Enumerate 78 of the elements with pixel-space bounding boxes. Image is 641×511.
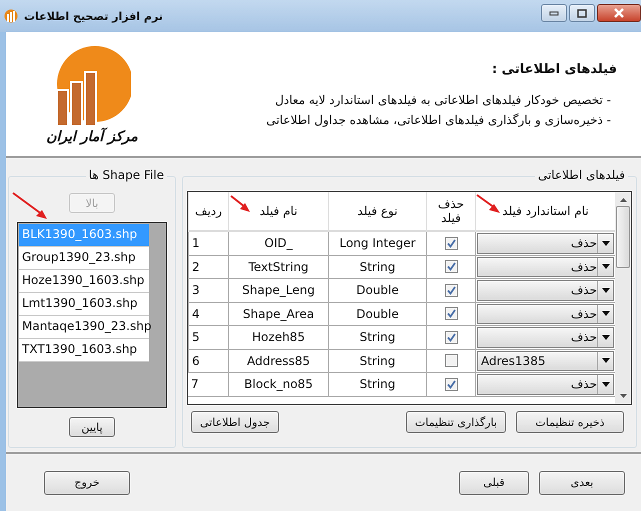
arrow-icon [476, 194, 502, 216]
caret-icon [602, 240, 610, 246]
table-cell: 1 [188, 232, 228, 256]
file-item[interactable]: TXT1390_1603.shp [19, 339, 149, 362]
column-header[interactable]: نوع فیلد [328, 192, 426, 232]
table-cell: 6 [188, 350, 228, 373]
exit-button[interactable]: خروج [44, 470, 130, 494]
minimize-button[interactable] [541, 4, 567, 22]
save-settings-button[interactable]: ذخیره تنظیمات [516, 411, 624, 433]
column-header[interactable]: حذف فیلد [426, 192, 475, 232]
scrollbar[interactable] [615, 192, 631, 404]
table-cell: OID_ [228, 232, 328, 256]
file-item[interactable]: Lmt1390_1603.shp [19, 293, 149, 316]
table-cell: 2 [188, 256, 228, 279]
file-item[interactable]: Group1390_23.shp [19, 247, 149, 270]
table-cell: Shape_Leng [228, 279, 328, 302]
maximize-button[interactable] [569, 4, 595, 22]
table-cell: Double [328, 279, 426, 302]
logo-caption: مرکز آمار ایران [46, 128, 138, 144]
checkbox[interactable] [444, 330, 458, 344]
table-cell: String [328, 256, 426, 279]
info-table-button[interactable]: جدول اطلاعاتی [191, 411, 279, 433]
checkbox[interactable] [444, 307, 458, 320]
window-title: نرم افزار تصحیح اطلاعات [24, 10, 163, 22]
caret-icon [602, 288, 610, 293]
checkbox[interactable] [444, 260, 458, 274]
description-line: - تخصیص خودکار فیلدهای اطلاعاتی به فیلدهای استاندارد لایه معادل [275, 92, 612, 106]
scroll-up-icon [620, 198, 626, 202]
close-button[interactable] [597, 4, 641, 22]
panel-title: Shape File ها [86, 168, 167, 182]
standard-field-dropdown[interactable]: Adres1385 [477, 350, 614, 371]
down-button[interactable]: پایین [69, 417, 115, 437]
heading: فیلدهای اطلاعاتی : [492, 62, 617, 76]
table-cell: Address85 [228, 350, 328, 373]
table-cell: TextString [228, 256, 328, 279]
table-cell: 3 [188, 279, 228, 302]
file-item[interactable]: Mantaqe1390_23.shp [19, 316, 149, 339]
checkbox[interactable] [444, 284, 458, 297]
table-cell: String [328, 350, 426, 373]
scroll-down-icon [620, 394, 626, 398]
table-cell: Shape_Area [228, 302, 328, 326]
next-button[interactable]: بعدی [539, 470, 625, 494]
checkbox[interactable] [444, 354, 458, 368]
column-header[interactable]: نام استاندارد فیلد [475, 192, 615, 232]
load-settings-button[interactable]: بارگذاری تنظیمات [406, 411, 506, 433]
table-cell: Double [328, 302, 426, 326]
previous-button[interactable]: قبلی [459, 470, 529, 494]
panel-title: فیلدهای اطلاعاتی [534, 168, 628, 182]
description-line: - ذخیره‌سازی و بارگذاری فیلدهای اطلاعاتی، مشاهده جداول اطلاعاتی [266, 112, 612, 126]
close-icon [613, 8, 625, 18]
arrow-icon [230, 195, 252, 215]
table-cell: 4 [188, 302, 228, 326]
column-header[interactable]: نام فیلد [228, 192, 328, 232]
standard-field-dropdown[interactable]: حذف [477, 233, 614, 254]
app-icon [4, 9, 18, 23]
caret-icon [602, 382, 610, 387]
table-cell: 5 [188, 326, 228, 350]
standard-field-dropdown[interactable]: حذف [477, 256, 614, 277]
standard-field-dropdown[interactable]: حذف [477, 327, 614, 348]
standard-field-dropdown[interactable]: حذف [477, 304, 614, 324]
checkbox[interactable] [444, 236, 458, 250]
standard-field-dropdown[interactable]: حذف [477, 280, 614, 300]
table-cell: String [328, 373, 426, 396]
table-cell: 7 [188, 373, 228, 396]
checkbox[interactable] [444, 378, 458, 391]
column-header[interactable]: ردیف [188, 192, 228, 232]
caret-icon [602, 334, 610, 340]
file-item[interactable]: Hoze1390_1603.shp [19, 270, 149, 293]
table-cell: Long Integer [328, 232, 426, 256]
caret-icon [602, 311, 610, 316]
table-cell: String [328, 326, 426, 350]
caret-icon [602, 358, 610, 364]
caret-icon [602, 264, 610, 270]
table-cell: Hozeh85 [228, 326, 328, 350]
maximize-icon [577, 8, 587, 18]
table-cell: Block_no85 [228, 373, 328, 396]
minimize-icon [549, 10, 559, 16]
standard-field-dropdown[interactable]: حذف [477, 374, 614, 394]
